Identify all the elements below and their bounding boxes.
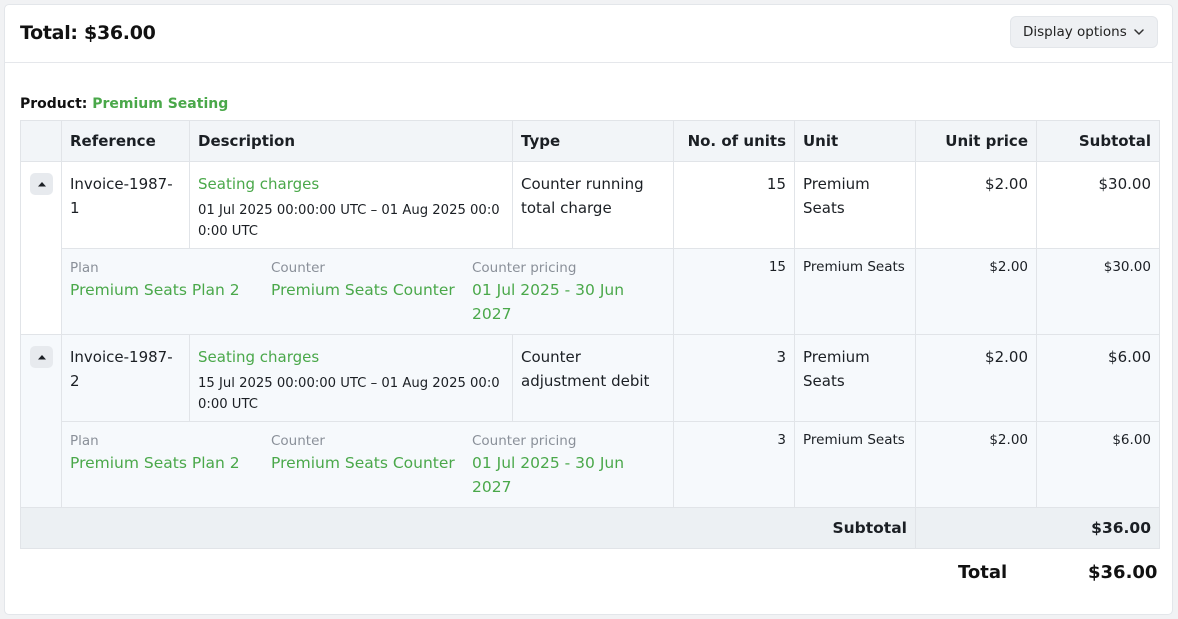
counter-pricing-group: Counter pricing 01 Jul 2025 - 30 Jun 202… xyxy=(472,432,652,499)
unit-cell: Premium Seats xyxy=(794,161,916,249)
column-header-units: No. of units xyxy=(673,120,795,162)
billing-period: 15 Jul 2025 00:00:00 UTC – 01 Aug 2025 0… xyxy=(198,376,500,412)
detail-unit-cell: Premium Seats xyxy=(794,248,916,335)
grand-total-label: Total xyxy=(958,562,1008,583)
collapse-row-button[interactable] xyxy=(30,173,53,195)
subtotal-row: Subtotal $36.00 xyxy=(20,507,1160,549)
column-header-description: Description xyxy=(189,120,513,162)
column-header-subtotal: Subtotal xyxy=(1036,120,1160,162)
plan-label: Plan xyxy=(70,260,99,276)
description-cell: Seating charges 15 Jul 2025 00:00:00 UTC… xyxy=(189,334,513,422)
counter-pricing-label: Counter pricing xyxy=(472,433,577,449)
row-toggle-cell xyxy=(20,334,62,508)
detail-subtotal-cell: $6.00 xyxy=(1036,421,1160,508)
subtotal-label: Subtotal xyxy=(20,507,916,549)
row-toggle-cell xyxy=(20,161,62,335)
units-cell: 3 xyxy=(673,334,795,422)
display-options-button[interactable]: Display options xyxy=(1010,16,1158,48)
type-cell: Counter adjustment debit xyxy=(512,334,674,422)
detail-units-cell: 3 xyxy=(673,421,795,508)
column-header-unit: Unit xyxy=(794,120,916,162)
units-cell: 15 xyxy=(673,161,795,249)
detail-row: Plan Premium Seats Plan 2 Counter Premiu… xyxy=(21,248,1160,335)
detail-row: Plan Premium Seats Plan 2 Counter Premiu… xyxy=(21,421,1160,508)
table-row: Invoice-1987-1 Seating charges 01 Jul 20… xyxy=(20,161,1160,335)
reference-cell: Invoice-1987-2 xyxy=(61,334,190,422)
plan-group: Plan Premium Seats Plan 2 xyxy=(70,432,271,499)
plan-link[interactable]: Premium Seats Plan 2 xyxy=(70,278,271,302)
column-header-toggle xyxy=(20,120,62,162)
card-header: Total: $36.00 Display options xyxy=(5,5,1172,63)
caret-up-icon xyxy=(37,182,46,187)
detail-cell: Plan Premium Seats Plan 2 Counter Premiu… xyxy=(61,421,674,508)
column-header-reference: Reference xyxy=(61,120,190,162)
column-header-type: Type xyxy=(512,120,674,162)
product-prefix: Product: xyxy=(20,96,88,112)
detail-subtotal-cell: $30.00 xyxy=(1036,248,1160,335)
subtotal-cell: $30.00 xyxy=(1036,161,1160,249)
billing-period: 01 Jul 2025 00:00:00 UTC – 01 Aug 2025 0… xyxy=(198,203,500,239)
table-row: Invoice-1987-2 Seating charges 15 Jul 20… xyxy=(20,334,1160,508)
invoice-lines-table: Reference Description Type No. of units … xyxy=(20,120,1160,549)
invoice-card: Total: $36.00 Display options Product: P… xyxy=(4,4,1173,615)
description-link[interactable]: Seating charges xyxy=(198,345,504,369)
plan-link[interactable]: Premium Seats Plan 2 xyxy=(70,451,271,475)
product-name-link[interactable]: Premium Seating xyxy=(92,96,228,112)
counter-group: Counter Premium Seats Counter xyxy=(271,432,472,499)
detail-unit-price-cell: $2.00 xyxy=(915,248,1037,335)
counter-group: Counter Premium Seats Counter xyxy=(271,259,472,326)
caret-up-icon xyxy=(37,355,46,360)
counter-pricing-label: Counter pricing xyxy=(472,260,577,276)
collapse-row-button[interactable] xyxy=(30,346,53,368)
unit-price-cell: $2.00 xyxy=(915,334,1037,422)
description-link[interactable]: Seating charges xyxy=(198,172,504,196)
counter-pricing-link[interactable]: 01 Jul 2025 - 30 Jun 2027 xyxy=(472,451,652,499)
detail-units-cell: 15 xyxy=(673,248,795,335)
counter-label: Counter xyxy=(271,433,325,449)
grand-total-value: $36.00 xyxy=(1088,562,1158,583)
reference-cell: Invoice-1987-1 xyxy=(61,161,190,249)
plan-group: Plan Premium Seats Plan 2 xyxy=(70,259,271,326)
type-cell: Counter running total charge xyxy=(512,161,674,249)
detail-cell: Plan Premium Seats Plan 2 Counter Premiu… xyxy=(61,248,674,335)
chevron-down-icon xyxy=(1134,29,1144,35)
subtotal-value: $36.00 xyxy=(915,507,1160,549)
counter-pricing-group: Counter pricing 01 Jul 2025 - 30 Jun 202… xyxy=(472,259,652,326)
total-title: Total: $36.00 xyxy=(20,22,156,44)
product-heading: Product: Premium Seating xyxy=(20,96,228,112)
counter-link[interactable]: Premium Seats Counter xyxy=(271,278,472,302)
counter-pricing-link[interactable]: 01 Jul 2025 - 30 Jun 2027 xyxy=(472,278,652,326)
subtotal-cell: $6.00 xyxy=(1036,334,1160,422)
unit-cell: Premium Seats xyxy=(794,334,916,422)
plan-label: Plan xyxy=(70,433,99,449)
display-options-label: Display options xyxy=(1023,24,1127,40)
unit-price-cell: $2.00 xyxy=(915,161,1037,249)
description-cell: Seating charges 01 Jul 2025 00:00:00 UTC… xyxy=(189,161,513,249)
detail-unit-cell: Premium Seats xyxy=(794,421,916,508)
counter-link[interactable]: Premium Seats Counter xyxy=(271,451,472,475)
column-header-unit-price: Unit price xyxy=(915,120,1037,162)
table-header-row: Reference Description Type No. of units … xyxy=(20,120,1160,162)
detail-unit-price-cell: $2.00 xyxy=(915,421,1037,508)
counter-label: Counter xyxy=(271,260,325,276)
